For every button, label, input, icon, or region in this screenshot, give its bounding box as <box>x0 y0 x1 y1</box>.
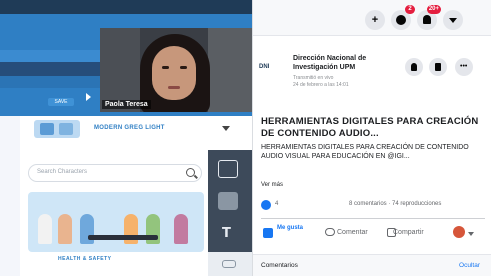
left-app-area: SAVE Paola Teresa MODERN GREG LIGHT Sear… <box>0 0 252 276</box>
layout-icon[interactable] <box>218 160 238 178</box>
post-actions: Me gusta Comentar Compartir <box>253 222 491 246</box>
post-body: HERRAMIENTAS DIGITALES PARA CREACIÓN DE … <box>261 144 469 160</box>
play-arrow-icon[interactable] <box>86 93 91 101</box>
character-avatar <box>34 120 80 138</box>
chevron-down-icon <box>449 18 457 23</box>
divider <box>261 218 485 219</box>
search-icon[interactable] <box>186 168 195 177</box>
messenger-icon <box>396 15 406 25</box>
character-name: MODERN GREG LIGHT <box>94 125 165 131</box>
comment-button[interactable]: Comentar <box>337 229 368 236</box>
like-button[interactable]: Me gusta <box>277 224 303 232</box>
chevron-down-icon[interactable] <box>222 126 230 131</box>
create-button[interactable]: + <box>365 10 385 30</box>
page-logo[interactable]: DNI <box>259 60 281 74</box>
facebook-panel: + 2 20+ DNI Dirección Nacional de Invest… <box>252 0 491 276</box>
like-count[interactable]: 4 <box>275 201 278 207</box>
search-placeholder: Search Characters <box>37 169 88 175</box>
character-selector[interactable]: MODERN GREG LIGHT <box>20 116 252 140</box>
messenger-badge: 2 <box>405 5 415 14</box>
character-search-input[interactable]: Search Characters <box>28 164 202 182</box>
share-button[interactable]: Compartir <box>393 229 424 236</box>
save-post-button[interactable] <box>429 58 447 76</box>
post-stats[interactable]: 8 comentarios · 74 reproducciones <box>349 201 441 207</box>
pin-button[interactable] <box>405 58 423 76</box>
thumbs-up-icon[interactable] <box>263 228 273 238</box>
pin-icon <box>411 63 417 71</box>
post-title: HERRAMIENTAS DIGITALES PARA CREACIÓN DE … <box>261 116 479 139</box>
comment-icon[interactable] <box>325 228 335 236</box>
account-menu-button[interactable] <box>443 10 463 30</box>
bookmark-icon <box>435 63 441 71</box>
see-more-link[interactable]: Ver más <box>261 182 283 188</box>
more-icon: ••• <box>460 63 468 70</box>
hide-comments-link[interactable]: Ocultar <box>459 262 480 269</box>
tool-rail: T <box>208 150 252 276</box>
like-reaction-icon[interactable] <box>261 200 271 210</box>
bell-icon <box>423 15 431 24</box>
messenger-button[interactable]: 2 <box>391 5 415 30</box>
save-button[interactable]: SAVE <box>48 98 74 106</box>
comments-bar: Comentarios Ocultar <box>253 254 491 276</box>
toolbar-stripe <box>0 74 100 88</box>
notifications-badge: 20+ <box>426 5 441 14</box>
notifications-button[interactable]: 20+ <box>417 5 441 30</box>
avatar[interactable] <box>453 226 465 238</box>
app-topbar <box>0 0 252 14</box>
facebook-header: + 2 20+ <box>253 0 491 36</box>
image-icon[interactable] <box>218 192 238 210</box>
page-name[interactable]: Dirección Nacional de Investigación UPM <box>293 54 403 72</box>
thumbnail-caption: HEALTH & SAFETY <box>58 256 112 262</box>
more-options-button[interactable]: ••• <box>455 58 473 76</box>
post-meta: Transmitió en vivo 24 de febrero a las 1… <box>293 75 349 88</box>
participant-video: Paola Teresa <box>100 28 252 112</box>
folder-icon[interactable] <box>222 260 236 268</box>
comments-label: Comentarios <box>261 262 298 269</box>
character-thumbnail[interactable] <box>28 192 204 252</box>
rail-footer <box>208 252 252 276</box>
participant-name: Paola Teresa <box>102 100 151 109</box>
text-tool-icon[interactable]: T <box>222 226 231 241</box>
chevron-down-icon[interactable] <box>468 232 474 236</box>
